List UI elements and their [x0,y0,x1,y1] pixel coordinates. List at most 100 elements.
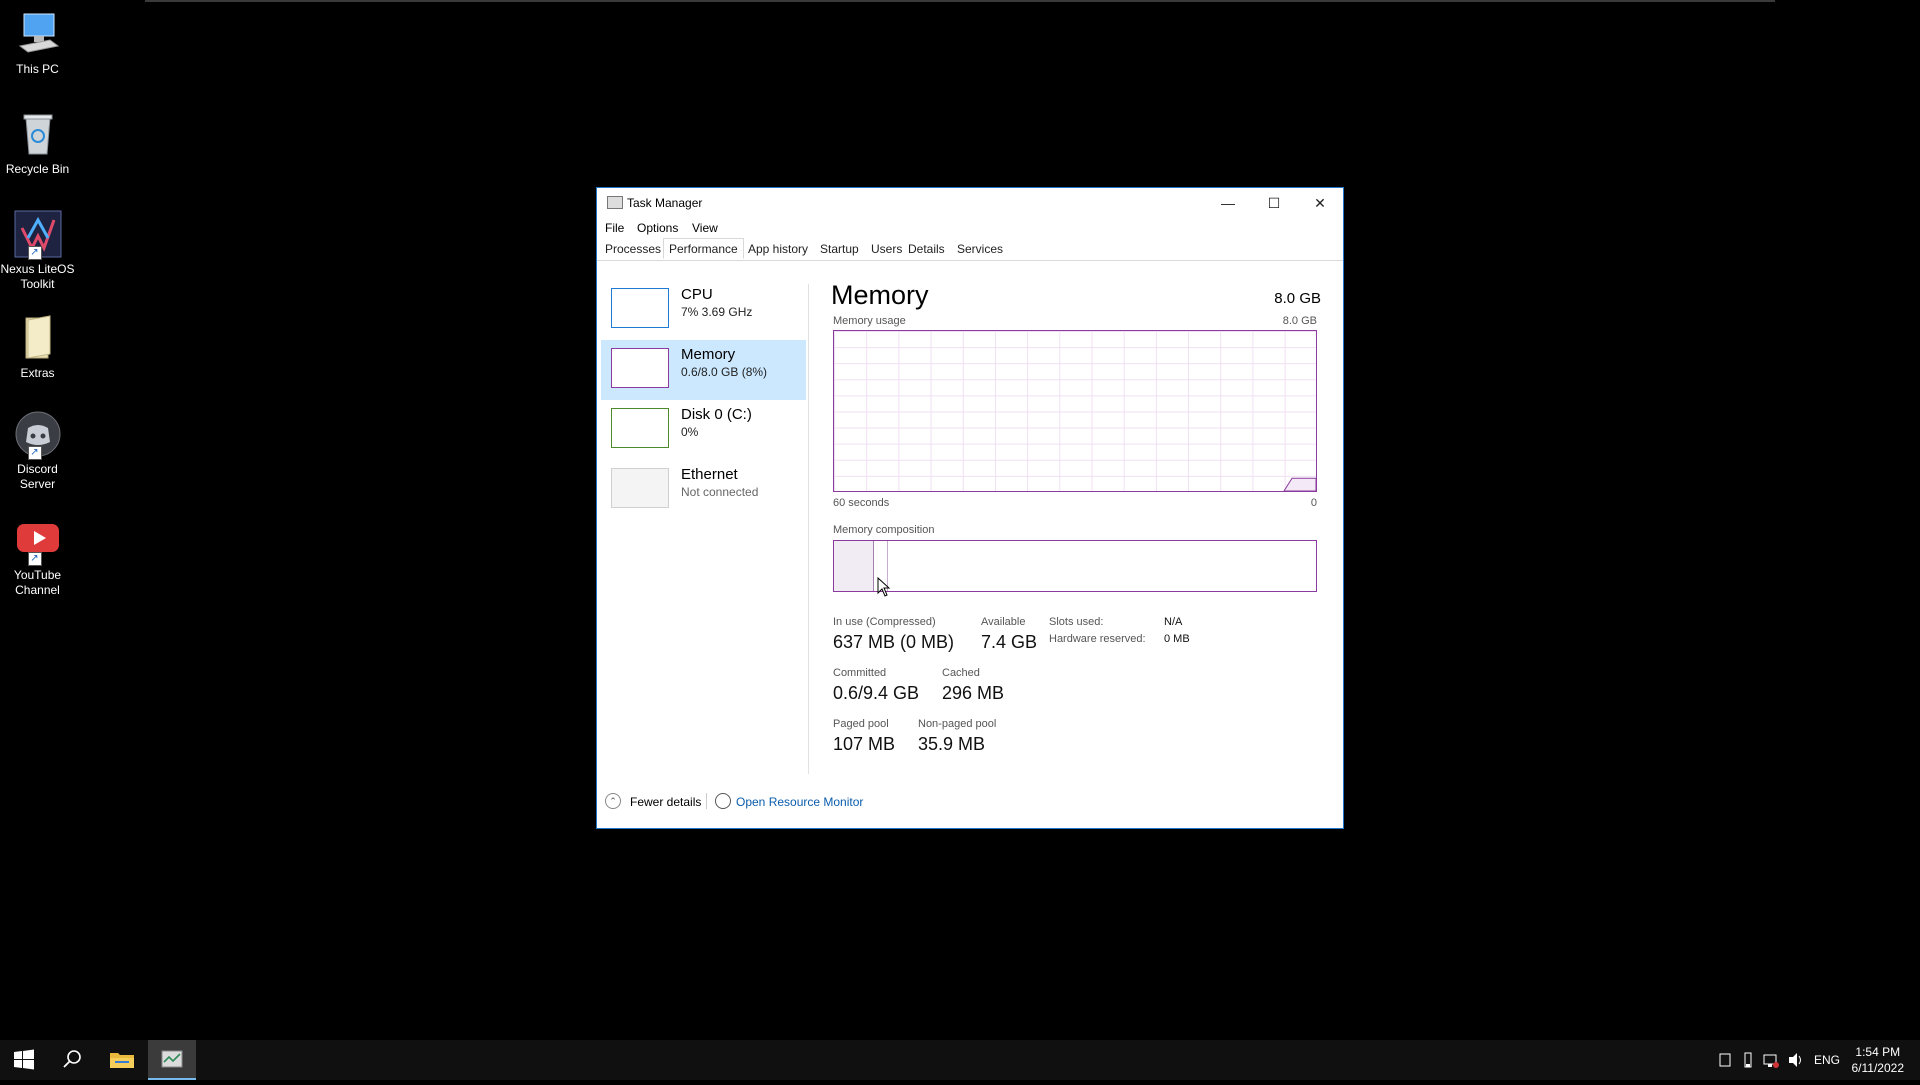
recycle-bin-icon [14,110,62,158]
memory-composition-bar[interactable] [833,540,1317,592]
minimize-button[interactable]: — [1205,188,1251,218]
folder-icon [110,1053,134,1068]
resource-list: CPU 7% 3.69 GHz Memory 0.6/8.0 GB (8%) D… [601,280,806,520]
top-edge-line [145,0,1775,2]
input-language[interactable]: ENG [1814,1040,1840,1080]
task-manager-taskbar-button[interactable] [148,1040,196,1080]
search-button[interactable] [48,1040,96,1080]
this-pc-icon [14,10,62,58]
tab-app-history[interactable]: App history [744,242,812,256]
task-manager-icon [607,196,623,209]
taskbar: ENG 1:54 PM 6/11/2022 [0,1040,1920,1080]
close-button[interactable]: ✕ [1297,188,1343,218]
non-paged-pool-value: 35.9 MB [918,734,986,754]
clock-date: 6/11/2022 [1851,1061,1905,1075]
memory-thumbnail-graph [611,348,669,388]
available-value: 7.4 GB [981,632,1038,652]
sidebar-item-disk[interactable]: Disk 0 (C:) 0% [601,400,806,460]
memory-composition-label: Memory composition [833,524,935,536]
footer-separator [706,793,707,809]
desktop-icon-label: Extras [20,366,55,380]
sidebar-item-subtitle: 0.6/8.0 GB (8%) [681,365,768,379]
sidebar-item-cpu[interactable]: CPU 7% 3.69 GHz [601,280,806,340]
sidebar-item-title: Memory [681,346,736,363]
shortcut-arrow-icon: ↗ [27,552,42,566]
desktop-icon-extras[interactable]: Extras [0,314,75,381]
desktop-icon-youtube-channel[interactable]: ↗ YouTube Channel [0,516,75,598]
menu-file[interactable]: File [605,221,624,235]
committed-label: Committed [833,667,887,679]
discord-icon: ↗ [14,410,62,460]
youtube-icon: ↗ [14,516,62,566]
usb-device-icon[interactable] [1741,1040,1755,1080]
memory-usage-line [1283,477,1316,491]
tab-users[interactable]: Users [867,242,906,256]
volume-icon[interactable] [1787,1040,1805,1080]
cached-label: Cached [942,667,980,679]
desktop-icon-label: Nexus LiteOS Toolkit [0,262,75,291]
cpu-thumbnail-graph [611,288,669,328]
memory-total: 8.0 GB [1274,290,1321,307]
desktop-icon-recycle-bin[interactable]: Recycle Bin [0,110,75,177]
slots-used-label: Slots used: [1049,616,1104,628]
hardware-reserved-label: Hardware reserved: [1049,633,1146,645]
disk-thumbnail-graph [611,408,669,448]
window-title: Task Manager [627,196,703,210]
windows-logo-icon [14,1049,34,1070]
tab-startup[interactable]: Startup [816,242,863,256]
search-icon [63,1050,81,1068]
system-clock[interactable]: 1:54 PM 6/11/2022 [1852,1044,1905,1076]
committed-value: 0.6/9.4 GB [833,683,920,703]
maximize-button[interactable]: ☐ [1251,188,1297,218]
composition-in-use-segment [834,541,874,591]
shortcut-arrow-icon: ↗ [27,246,42,260]
sidebar-item-memory[interactable]: Memory 0.6/8.0 GB (8%) [601,340,806,400]
paged-pool-value: 107 MB [833,734,896,754]
desktop-icon-discord-server[interactable]: ↗ Discord Server [0,410,75,492]
open-resource-monitor-link[interactable]: Open Resource Monitor [736,795,863,809]
tab-performance[interactable]: Performance [663,238,744,259]
chevron-up-icon[interactable]: ⌃ [605,793,621,809]
clock-time: 1:54 PM [1855,1045,1901,1059]
in-use-value: 637 MB (0 MB) [833,632,955,652]
sidebar-item-subtitle: Not connected [681,485,759,499]
menu-bar: File Options View [597,218,1343,238]
network-disconnected-icon[interactable] [1762,1040,1780,1080]
time-axis-left-label: 60 seconds [833,497,890,509]
pane-divider [808,284,809,774]
tab-processes[interactable]: Processes [601,242,665,256]
title-bar[interactable]: Task Manager — ☐ ✕ [597,188,1343,218]
mouse-cursor-icon [877,577,891,597]
time-axis-right-label: 0 [1310,497,1317,509]
desktop-icon-label: Discord Server [17,462,58,491]
nexus-toolkit-icon: ↗ [14,210,62,260]
desktop-icon-this-pc[interactable]: This PC [0,10,75,77]
sidebar-item-title: Disk 0 (C:) [681,406,752,423]
desktop-icon-label: This PC [16,62,59,76]
notifications-icon[interactable] [1718,1040,1732,1080]
menu-view[interactable]: View [692,221,718,235]
page-title: Memory [831,280,929,310]
available-label: Available [981,616,1026,628]
shortcut-arrow-icon: ↗ [27,446,42,460]
task-manager-window: Task Manager — ☐ ✕ File Options View Pro… [596,187,1344,829]
desktop-icon-nexus-liteos-toolkit[interactable]: ↗ Nexus LiteOS Toolkit [0,210,75,292]
sidebar-item-title: CPU [681,286,713,303]
cached-value: 296 MB [942,683,1005,703]
memory-usage-label: Memory usage [833,315,906,327]
fewer-details-button[interactable]: Fewer details [630,795,701,809]
memory-usage-graph [833,330,1317,492]
tab-services[interactable]: Services [953,242,1007,256]
file-explorer-button[interactable] [98,1040,146,1080]
sidebar-item-subtitle: 7% 3.69 GHz [681,305,753,319]
menu-options[interactable]: Options [637,221,678,235]
start-button[interactable] [0,1040,48,1080]
sidebar-item-title: Ethernet [681,466,738,483]
in-use-label: In use (Compressed) [833,616,936,628]
task-manager-icon [161,1050,183,1068]
ethernet-thumbnail-graph [611,468,669,508]
non-paged-pool-label: Non-paged pool [918,718,997,730]
slots-used-value: N/A [1164,616,1183,628]
tab-details[interactable]: Details [904,242,949,256]
sidebar-item-ethernet[interactable]: Ethernet Not connected [601,460,806,520]
